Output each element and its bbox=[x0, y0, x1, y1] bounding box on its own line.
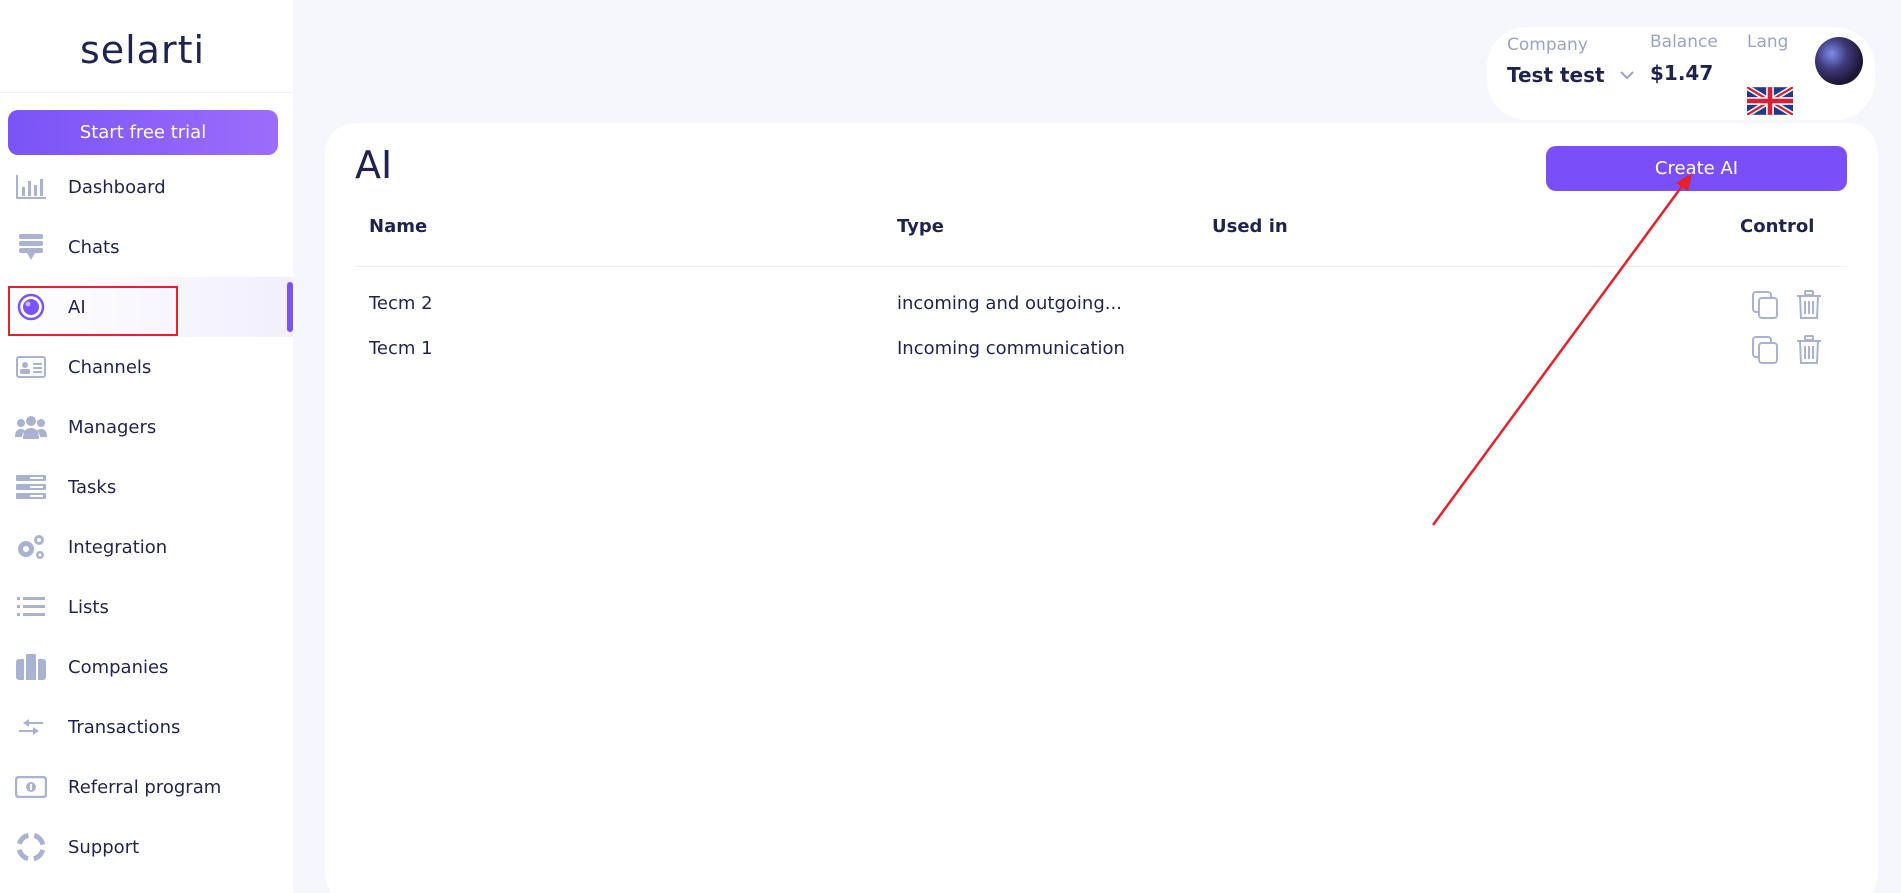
row-name[interactable]: Tecm 2 bbox=[369, 293, 433, 314]
users-icon bbox=[15, 414, 47, 440]
sidebar-item-tasks[interactable]: Tasks bbox=[0, 457, 293, 517]
column-header-used-in[interactable]: Used in bbox=[1212, 216, 1288, 237]
sidebar-item-transactions[interactable]: Transactions bbox=[0, 697, 293, 757]
briefcase-icon bbox=[15, 654, 47, 680]
list-icon bbox=[15, 594, 47, 620]
sidebar-item-label: Managers bbox=[68, 416, 157, 438]
account-bar: Company Test test Balance $1.47 Lang bbox=[1487, 27, 1875, 120]
ai-ring-icon bbox=[15, 293, 47, 321]
column-header-type[interactable]: Type bbox=[897, 216, 944, 237]
row-name[interactable]: Tecm 1 bbox=[369, 338, 433, 359]
id-card-icon bbox=[15, 354, 47, 380]
page-title: AI bbox=[355, 143, 393, 187]
sidebar-item-label: Referral program bbox=[68, 776, 222, 798]
transfer-arrows-icon bbox=[15, 714, 47, 740]
column-header-control: Control bbox=[1740, 216, 1815, 237]
company-label: Company bbox=[1507, 35, 1588, 55]
sidebar-item-chats[interactable]: Chats bbox=[0, 217, 293, 277]
row-type: Incoming communication bbox=[897, 338, 1125, 359]
sidebar: selarti Start free trial Dashboard Chats… bbox=[0, 0, 293, 893]
balance-value: $1.47 bbox=[1650, 61, 1714, 85]
row-type: incoming and outgoing... bbox=[897, 293, 1122, 314]
sidebar-item-channels[interactable]: Channels bbox=[0, 337, 293, 397]
table-header-divider bbox=[355, 266, 1847, 267]
sidebar-item-label: Tasks bbox=[68, 476, 117, 498]
sidebar-item-label: Transactions bbox=[68, 716, 181, 738]
user-avatar[interactable] bbox=[1815, 37, 1863, 85]
sidebar-item-label: Channels bbox=[68, 356, 152, 378]
sidebar-divider bbox=[0, 92, 293, 93]
company-selector[interactable]: Test test bbox=[1507, 63, 1605, 87]
trash-icon[interactable] bbox=[1792, 288, 1826, 322]
sidebar-item-dashboard[interactable]: Dashboard bbox=[0, 157, 293, 217]
lifebuoy-icon bbox=[15, 833, 47, 861]
lang-label: Lang bbox=[1747, 32, 1789, 52]
chevron-down-icon[interactable] bbox=[1617, 65, 1637, 85]
sidebar-item-label: Lists bbox=[68, 596, 109, 618]
app-logo[interactable]: selarti bbox=[0, 28, 285, 72]
copy-icon[interactable] bbox=[1748, 288, 1782, 322]
sidebar-item-label: Integration bbox=[68, 536, 168, 558]
uk-flag-icon[interactable] bbox=[1745, 84, 1795, 118]
sidebar-item-companies[interactable]: Companies bbox=[0, 637, 293, 697]
balance-label: Balance bbox=[1650, 32, 1718, 52]
main-card: AI Create AI Name Type Used in Control T… bbox=[325, 123, 1878, 893]
sidebar-item-label: Companies bbox=[68, 656, 169, 678]
column-header-name[interactable]: Name bbox=[369, 216, 427, 237]
copy-icon[interactable] bbox=[1748, 333, 1782, 367]
sidebar-item-label: AI bbox=[68, 296, 86, 318]
bar-chart-icon bbox=[15, 174, 47, 200]
trash-icon[interactable] bbox=[1792, 333, 1826, 367]
gears-icon bbox=[15, 534, 47, 560]
sidebar-item-ai[interactable]: AI bbox=[0, 277, 293, 337]
sidebar-item-managers[interactable]: Managers bbox=[0, 397, 293, 457]
tasks-icon bbox=[15, 474, 47, 500]
chat-icon bbox=[15, 234, 47, 260]
table-row[interactable]: Tecm 2 incoming and outgoing... bbox=[325, 283, 1878, 327]
cash-icon bbox=[15, 774, 47, 800]
sidebar-item-label: Dashboard bbox=[68, 176, 166, 198]
start-free-trial-button[interactable]: Start free trial bbox=[8, 110, 278, 155]
sidebar-item-lists[interactable]: Lists bbox=[0, 577, 293, 637]
table-row[interactable]: Tecm 1 Incoming communication bbox=[325, 328, 1878, 372]
sidebar-item-support[interactable]: Support bbox=[0, 817, 293, 877]
sidebar-item-referral-program[interactable]: Referral program bbox=[0, 757, 293, 817]
sidebar-item-label: Chats bbox=[68, 236, 120, 258]
create-ai-button[interactable]: Create AI bbox=[1546, 146, 1847, 191]
sidebar-item-label: Support bbox=[68, 836, 140, 858]
sidebar-item-integration[interactable]: Integration bbox=[0, 517, 293, 577]
sidebar-nav: Dashboard Chats AI Channels Managers Tas… bbox=[0, 157, 293, 877]
